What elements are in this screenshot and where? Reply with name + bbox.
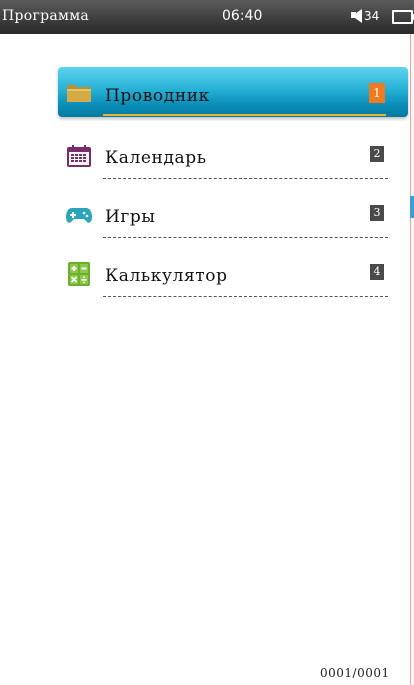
app-title: Программа <box>2 8 90 24</box>
speaker-cone-icon <box>352 9 362 23</box>
item-underline <box>103 296 388 297</box>
menu-item-calculator[interactable]: Калькулятор 4 <box>58 249 408 299</box>
item-underline <box>103 114 386 116</box>
battery-icon <box>392 10 413 24</box>
scrollbar-thumb[interactable] <box>410 196 414 218</box>
clock: 06:40 <box>222 8 263 24</box>
folder-icon <box>67 85 91 102</box>
calendar-icon <box>67 145 91 167</box>
gamepad-icon <box>66 208 92 223</box>
menu-item-number: 1 <box>369 83 385 103</box>
volume-level: 34 <box>364 9 380 23</box>
menu-item-calendar[interactable]: Календарь 2 <box>58 131 408 181</box>
menu-item-label: Игры <box>105 207 156 227</box>
menu-item-number: 3 <box>370 205 384 221</box>
item-underline <box>103 178 388 179</box>
menu-item-games[interactable]: Игры 3 <box>58 190 408 240</box>
menu-item-explorer[interactable]: Проводник 1 <box>58 67 408 117</box>
page-indicator: 0001/0001 <box>320 666 390 680</box>
menu-item-label: Календарь <box>105 148 207 168</box>
menu-item-number: 2 <box>370 146 384 162</box>
status-bar: Программа 06:40 34 <box>0 0 414 34</box>
menu-item-label: Калькулятор <box>105 266 228 286</box>
item-underline <box>103 237 388 238</box>
menu-item-label: Проводник <box>105 86 210 106</box>
calculator-icon <box>68 262 90 286</box>
scrollbar-rule <box>410 34 411 685</box>
menu-item-number: 4 <box>370 264 384 280</box>
